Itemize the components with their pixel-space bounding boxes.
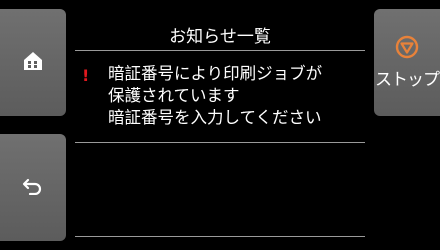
stop-button-label: ストップ bbox=[375, 70, 440, 90]
message-text: 暗証番号により印刷ジョブが 保護されています 暗証番号を入力してください bbox=[108, 64, 323, 127]
back-button[interactable] bbox=[0, 134, 66, 241]
warning-exclamation-icon: ! bbox=[82, 66, 90, 85]
stop-icon bbox=[395, 35, 419, 63]
back-arrow-icon bbox=[22, 177, 44, 199]
home-icon bbox=[22, 50, 44, 76]
stop-button[interactable]: ストップ bbox=[374, 9, 440, 116]
screen-title: お知らせ一覧 bbox=[169, 27, 271, 47]
list-divider-bottom bbox=[75, 236, 365, 237]
list-divider bbox=[75, 142, 365, 143]
home-button[interactable] bbox=[0, 9, 66, 116]
title-divider bbox=[75, 50, 365, 51]
